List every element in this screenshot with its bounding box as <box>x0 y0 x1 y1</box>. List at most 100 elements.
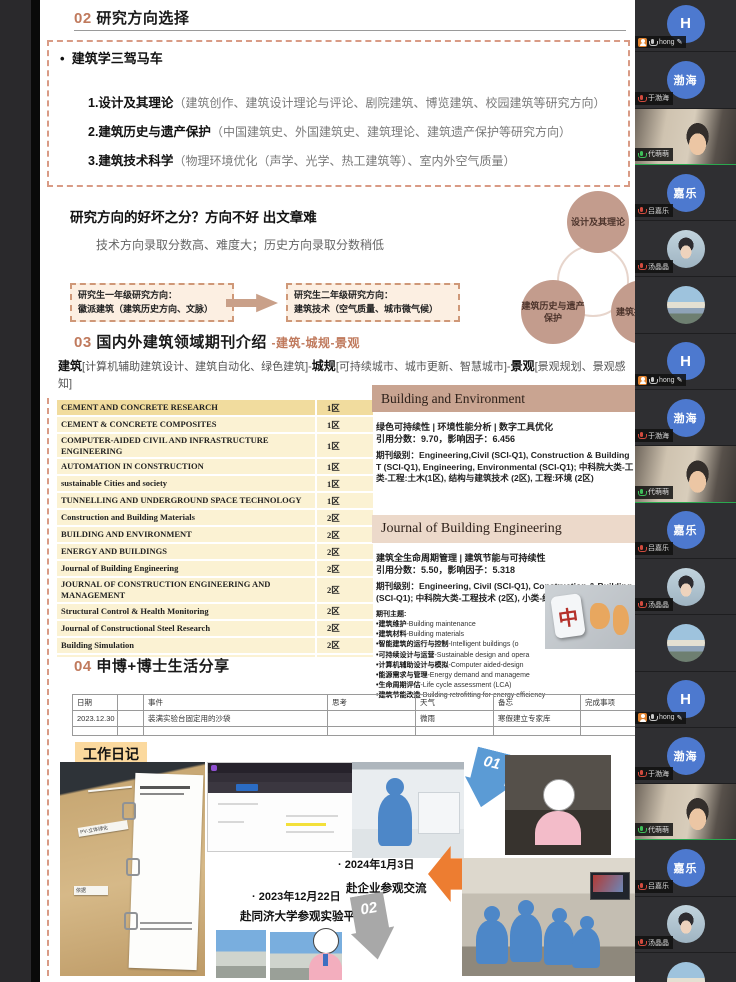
journal-zone: 1区 <box>315 417 373 432</box>
flow-box-year1: 研究生一年级研究方向： 徽派建筑（建筑历史方向、文脉） <box>70 283 234 322</box>
diary-table: 日期事件思考天气备忘完成事项 2023.12.30装满实验台固定用的沙袋微雨寒假… <box>72 694 635 736</box>
participant-tile[interactable]: 渤海于渤海 <box>635 390 736 446</box>
diary-col-header: 思考 <box>328 695 416 711</box>
journal-row: CEMENT & CONCRETE COMPOSITES1区 <box>57 417 373 434</box>
participant-tile[interactable]: 渤海于渤海 <box>635 52 736 108</box>
participant-photo-avatar <box>667 286 705 324</box>
cartoon-figure-head-icon <box>313 928 339 954</box>
journal-name: COMPUTER-AIDED CIVIL AND INFRASTRUCTURE … <box>57 434 315 457</box>
participant-name: 于渤海 <box>648 769 669 779</box>
section04-number: 04 <box>74 658 92 675</box>
journal-name: Journal of Building Engineering <box>57 562 315 575</box>
paper-text-line <box>140 793 184 795</box>
participant-name: 代萌萌 <box>648 149 669 159</box>
journal-name: Construction and Building Materials <box>57 511 315 524</box>
participant-tile[interactable] <box>635 277 736 333</box>
journal-name: CEMENT & CONCRETE COMPOSITES <box>57 418 315 431</box>
participant-name: hong <box>659 377 675 384</box>
participant-name-label: 汤晶晶 <box>635 260 673 273</box>
presentation-person-photo <box>505 755 611 855</box>
person-silhouette-icon <box>510 914 542 962</box>
diary-row <box>73 727 636 736</box>
diary-col-header: 完成事项 <box>581 695 636 711</box>
mic-icon <box>640 545 643 550</box>
participant-tile[interactable]: 代萌萌 <box>635 109 736 165</box>
mahjong-tile: 中 <box>550 593 586 639</box>
fields-segment: [计算机辅助建筑设计、建筑自动化、绿色建筑]- <box>82 361 312 373</box>
paper-tag: PV-立体绿化 <box>78 820 129 837</box>
participant-tile[interactable]: 汤晶晶 <box>635 559 736 615</box>
person-silhouette-icon <box>572 928 600 968</box>
sharing-badge-icon <box>638 713 647 722</box>
participant-tile[interactable]: Hhong✎ <box>635 0 736 52</box>
mic-icon <box>651 39 654 44</box>
participant-tile[interactable]: 代萌萌 <box>635 446 736 502</box>
diary-cell <box>328 727 416 736</box>
participant-tile[interactable] <box>635 953 736 982</box>
participant-name-label: 于渤海 <box>635 92 673 105</box>
participant-tile[interactable]: 渤海于渤海 <box>635 728 736 784</box>
participant-name: hong <box>659 39 675 46</box>
diary-cell: 寒假建立专家库 <box>494 711 581 727</box>
participant-tile[interactable] <box>635 615 736 671</box>
section04-heading: 04 申博+博士生活分享 <box>74 655 230 676</box>
participant-name-label: 代萌萌 <box>635 486 673 499</box>
diary-cell <box>118 727 144 736</box>
diary-cell <box>581 711 636 727</box>
diary-cell: 微雨 <box>416 711 494 727</box>
participant-name: 于渤海 <box>648 93 669 103</box>
person-silhouette-icon <box>476 920 508 964</box>
participant-photo-avatar <box>667 624 705 662</box>
participant-tile[interactable]: 嘉乐吕嘉乐 <box>635 165 736 221</box>
cartoon-figure-tie-icon <box>323 954 328 966</box>
troika-item: 1.设计及其理论（建筑创作、建筑设计理论与评论、剧院建筑、博览建筑、校园建筑等研… <box>88 92 635 111</box>
journal-row: sustainable Cities and society1区 <box>57 476 373 493</box>
participant-tile[interactable]: Hhong✎ <box>635 672 736 728</box>
section04-title: 申博+博士生活分享 <box>96 658 229 675</box>
binder-clip-icon <box>122 802 136 820</box>
paper-tag: 依据 <box>74 886 108 895</box>
diary-cell <box>118 711 144 727</box>
visit1-date: · 2023年12月22日 <box>252 888 341 904</box>
journal-zone: 2区 <box>315 544 373 559</box>
journal-row: ENERGY AND BUILDINGS2区 <box>57 544 373 561</box>
participant-tile[interactable]: 嘉乐吕嘉乐 <box>635 840 736 896</box>
diary-cell: 2023.12.30 <box>73 711 118 727</box>
quality-note: 技术方向录取分数高、难度大；历史方向录取分数稍低 <box>96 236 384 253</box>
journal-row: Journal of Building Engineering2区 <box>57 561 373 578</box>
participant-name-label: 代萌萌 <box>635 148 673 161</box>
journal-zone: 1区 <box>315 493 373 508</box>
diary-col-header: 备忘 <box>494 695 581 711</box>
jbe-panel-title: Journal of Building Engineering <box>372 515 635 543</box>
journal-zone: 1区 <box>315 476 373 491</box>
participant-tile[interactable]: Hhong✎ <box>635 334 736 390</box>
mahjong-blob-icon <box>590 603 610 629</box>
sharing-badge-icon <box>638 38 647 47</box>
jbe-panel-metrics: 引用分数：5.50，影响因子：5.318 <box>376 563 515 576</box>
note-text-line <box>218 821 244 823</box>
diary-row: 2023.12.30装满实验台固定用的沙袋微雨寒假建立专家库 <box>73 711 636 727</box>
step-arrow-02: 02 <box>345 891 400 964</box>
onenote-app-icon <box>211 765 217 771</box>
flow-box1-line1: 研究生一年级研究方向： <box>78 289 226 303</box>
mic-icon <box>640 95 643 100</box>
be-panel-title: Building and Environment <box>372 385 635 412</box>
shared-presentation-document: 02 研究方向选择 • 建筑学三驾马车 1.设计及其理论（建筑创作、建筑设计理论… <box>40 0 635 982</box>
participant-tiles: Hhong✎渤海于渤海代萌萌嘉乐吕嘉乐汤晶晶Hhong✎渤海于渤海代萌萌嘉乐吕嘉… <box>635 0 736 982</box>
participant-tile[interactable]: 汤晶晶 <box>635 221 736 277</box>
journal-name: ENERGY AND BUILDINGS <box>57 545 315 558</box>
participant-name-label: 吕嘉乐 <box>635 880 673 893</box>
flow-box2-line2: 建筑技术（空气质量、城市微气候） <box>294 303 452 317</box>
journal-name: Journal of Constructional Steel Research <box>57 622 315 635</box>
fields-segment: 景观 <box>511 359 535 373</box>
visit2-caption: 赴企业参观交流 <box>346 880 427 896</box>
jbe-topic: •可持续设计与运营-Sustainable design and opera <box>376 651 576 661</box>
be-panel-level: 期刊级别：Engineering,Civil (SCI-Q1), Constru… <box>376 450 634 494</box>
participant-tile[interactable]: 嘉乐吕嘉乐 <box>635 503 736 559</box>
journal-name: TUNNELLING AND UNDERGROUND SPACE TECHNOL… <box>57 494 315 507</box>
section03-title: 国内外建筑领域期刊介绍 <box>96 334 267 351</box>
onenote-toolbar <box>208 782 354 793</box>
participant-tile[interactable]: 汤晶晶 <box>635 897 736 953</box>
circle-history-heritage: 建筑历史与遗产保护 <box>521 280 585 344</box>
participant-tile[interactable]: 代萌萌 <box>635 784 736 840</box>
